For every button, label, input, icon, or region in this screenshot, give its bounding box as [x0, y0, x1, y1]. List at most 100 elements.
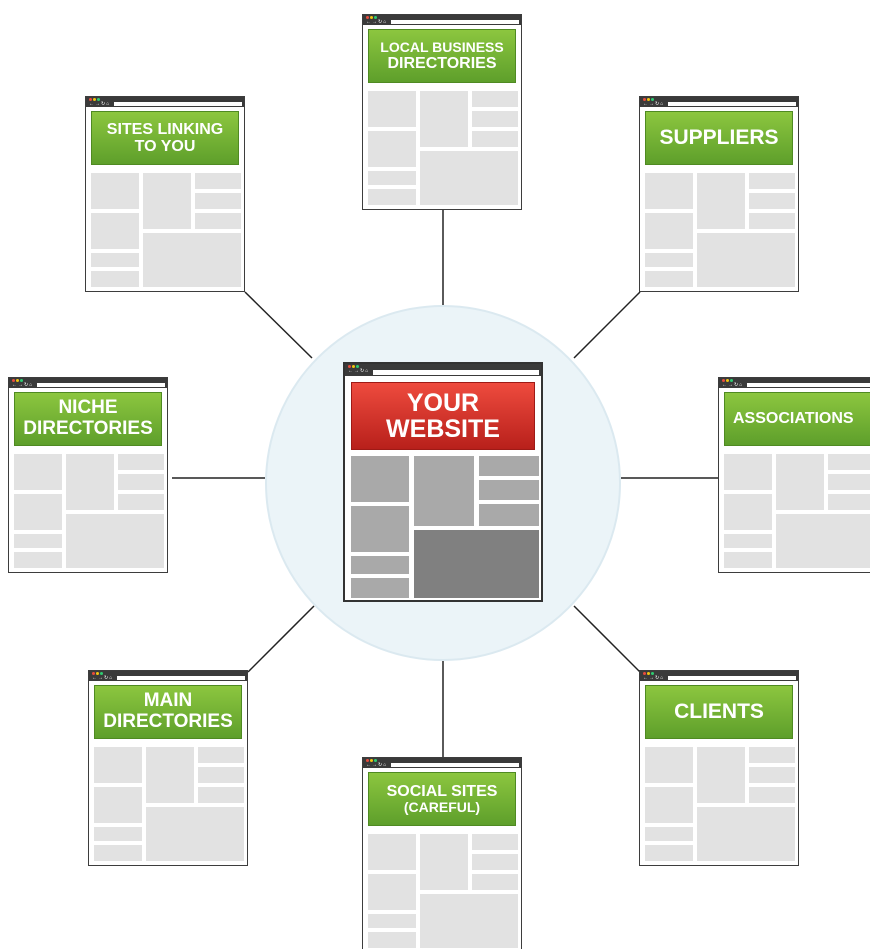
content-block [749, 787, 795, 803]
content-block [420, 151, 518, 205]
content-block [198, 767, 244, 783]
connector-sites-linking-to-you [244, 291, 313, 359]
content-block [198, 747, 244, 763]
browser-nav-icons: ←→↻⌂ [366, 19, 388, 25]
content-block [645, 747, 693, 783]
node-label-line1: ASSOCIATIONS [733, 410, 854, 428]
node-label-line2: TO YOU [134, 138, 196, 155]
content-block [66, 514, 164, 568]
content-block [118, 454, 164, 470]
content-block [195, 213, 241, 229]
content-block [697, 747, 745, 803]
content-block [645, 787, 693, 823]
hub-label-line2: WEBSITE [386, 415, 500, 443]
content-block [724, 552, 772, 568]
content-block [697, 233, 795, 287]
content-block [368, 171, 416, 185]
connector-clients [573, 605, 641, 673]
connector-main-directories [247, 605, 315, 673]
content-block [368, 914, 416, 928]
node-suppliers: ←→↻⌂ SUPPLIERS [639, 96, 799, 292]
content-block [94, 827, 142, 841]
address-bar [37, 383, 165, 387]
address-bar [391, 20, 519, 24]
browser-nav-icons: ←→↻⌂ [722, 382, 744, 388]
content-block [143, 173, 191, 229]
content-block [143, 233, 241, 287]
content-block [118, 474, 164, 490]
address-bar [373, 370, 539, 375]
node-label-line2: DIRECTORIES [23, 418, 153, 439]
node-main-directories: ←→↻⌂ MAIN DIRECTORIES [88, 670, 248, 866]
content-block [472, 91, 518, 107]
content-block [645, 845, 693, 861]
browser-titlebar: ←→↻⌂ [719, 378, 870, 388]
content-block [697, 173, 745, 229]
address-bar [117, 676, 245, 680]
content-block [472, 874, 518, 890]
content-block [368, 131, 416, 167]
node-banner: NICHE DIRECTORIES [14, 392, 162, 446]
browser-nav-icons: ←→↻⌂ [643, 675, 665, 681]
content-block [472, 131, 518, 147]
address-bar [114, 102, 242, 106]
content-block [368, 874, 416, 910]
browser-titlebar: ←→↻⌂ [86, 97, 244, 107]
content-block [351, 506, 409, 552]
connector-suppliers [573, 291, 641, 359]
content-block [776, 454, 824, 510]
content-block [724, 454, 772, 490]
node-banner: ASSOCIATIONS [724, 392, 870, 446]
content-block [828, 474, 870, 490]
content-block [420, 91, 468, 147]
content-block [91, 271, 139, 287]
browser-titlebar: ←→↻⌂ [89, 671, 247, 681]
content-block [645, 213, 693, 249]
hub-your-website: ←→↻⌂ YOUR WEBSITE [343, 362, 543, 602]
node-banner: MAIN DIRECTORIES [94, 685, 242, 739]
content-block [479, 504, 539, 526]
node-label-line1: LOCAL BUSINESS [380, 38, 504, 55]
browser-titlebar: ←→↻⌂ [640, 671, 798, 681]
content-block [351, 578, 409, 598]
content-block [749, 213, 795, 229]
node-label-line1: NICHE [58, 397, 118, 419]
content-block [368, 932, 416, 948]
browser-nav-icons: ←→↻⌂ [12, 382, 34, 388]
node-clients: ←→↻⌂ CLIENTS [639, 670, 799, 866]
content-block [351, 456, 409, 502]
node-label-line2: DIRECTORIES [387, 54, 497, 72]
node-label-line1: CLIENTS [674, 699, 764, 723]
content-block [195, 193, 241, 209]
content-block [14, 534, 62, 548]
content-block [414, 530, 539, 598]
content-block [749, 173, 795, 189]
content-block [368, 91, 416, 127]
content-block [724, 494, 772, 530]
node-label-line2: DIRECTORIES [103, 711, 233, 732]
content-block [368, 834, 416, 870]
content-block [472, 111, 518, 127]
content-block [94, 747, 142, 783]
content-block [645, 173, 693, 209]
content-block [472, 854, 518, 870]
content-block [198, 787, 244, 803]
browser-titlebar: ←→↻⌂ [640, 97, 798, 107]
browser-nav-icons: ←→↻⌂ [643, 101, 665, 107]
content-block [414, 456, 474, 526]
address-bar [668, 676, 796, 680]
node-niche-directories: ←→↻⌂ NICHE DIRECTORIES [8, 377, 168, 573]
content-block [146, 747, 194, 803]
browser-nav-icons: ←→↻⌂ [92, 675, 114, 681]
node-label-line2: (CAREFUL) [403, 799, 481, 816]
content-block [94, 787, 142, 823]
content-block [118, 494, 164, 510]
node-banner: SITES LINKING TO YOU [91, 111, 239, 165]
content-block [14, 552, 62, 568]
node-label-line1: SITES LINKING [106, 120, 224, 138]
address-bar [668, 102, 796, 106]
content-block [749, 193, 795, 209]
browser-titlebar: ←→↻⌂ [9, 378, 167, 388]
node-sites-linking-to-you: ←→↻⌂ SITES LINKING TO YOU [85, 96, 245, 292]
content-block [828, 494, 870, 510]
